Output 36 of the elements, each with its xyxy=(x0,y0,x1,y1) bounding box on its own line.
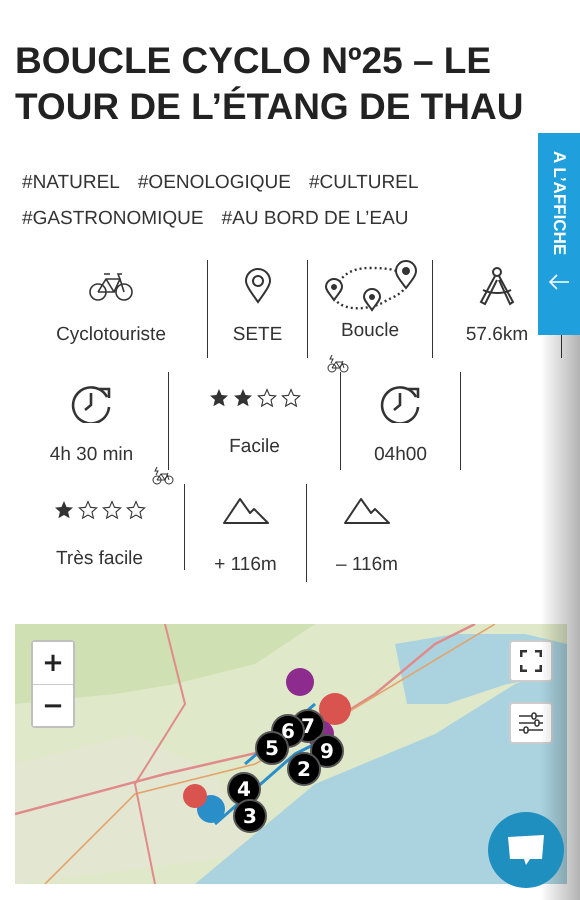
chat-bubble-icon xyxy=(506,833,546,867)
empty-star-icon xyxy=(256,388,276,408)
info-value: 57.6km xyxy=(466,324,528,346)
hashtag-link[interactable]: #CULTUREL xyxy=(308,172,418,194)
info-value: Facile xyxy=(229,436,280,458)
hashtag-link[interactable]: #OENOLOGIQUE xyxy=(138,172,291,194)
filled-star-icon xyxy=(232,388,252,408)
map-pin-icon xyxy=(244,268,272,304)
info-value: SETE xyxy=(232,324,282,346)
info-value: + 116m xyxy=(214,554,277,576)
hashtag-link[interactable]: #GASTRONOMIQUE xyxy=(22,208,204,230)
info-value: Très facile xyxy=(56,548,143,570)
empty-star-icon xyxy=(126,500,146,520)
hashtag-link[interactable]: #NATUREL xyxy=(22,172,120,194)
filled-star-icon xyxy=(54,500,74,520)
mountain-icon xyxy=(222,495,270,525)
fullscreen-icon xyxy=(520,650,542,672)
hashtag-link[interactable]: #AU BORD DE L’EAU xyxy=(222,208,408,230)
zoom-out-button[interactable]: − xyxy=(33,684,73,726)
info-value: 4h 30 min xyxy=(50,444,134,466)
arrow-left-icon xyxy=(548,273,570,292)
sliders-icon xyxy=(518,712,544,734)
fullscreen-button[interactable] xyxy=(509,640,553,682)
info-value: Cyclotouriste xyxy=(56,324,166,346)
bicycle-icon xyxy=(88,270,134,302)
empty-star-icon xyxy=(102,500,122,520)
info-value: Boucle xyxy=(340,320,400,342)
page-title: BOUCLE CYCLO Nº25 – LE TOUR DE L’ÉTANG DE THAU xyxy=(15,39,524,129)
empty-star-icon xyxy=(78,500,98,520)
empty-star-icon xyxy=(280,388,300,408)
drafting-compass-icon xyxy=(477,266,517,306)
info-value: – 116m xyxy=(336,554,398,576)
mountain-icon xyxy=(343,495,391,525)
filled-star-icon xyxy=(208,388,228,408)
info-value: 04h00 xyxy=(374,444,427,466)
filter-button[interactable] xyxy=(509,702,553,744)
